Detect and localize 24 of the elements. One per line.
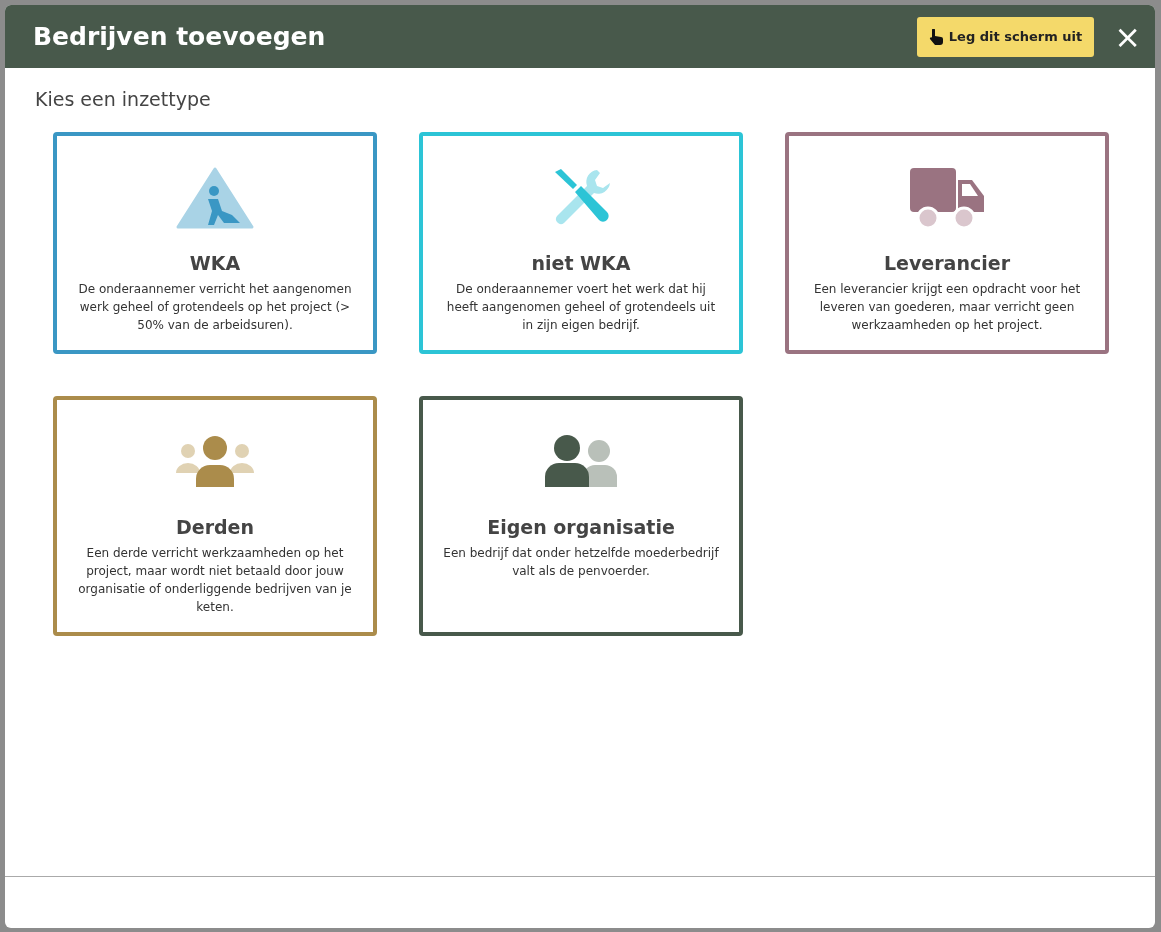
option-description: Een bedrijf dat onder hetzelfde moederbedrijf valt als de penvoerder. — [443, 545, 719, 580]
type-option-card[interactable]: Eigen organisatie Een bedrijf dat onder hetzelfde moederbedrijf valt als de penvoerder. — [419, 396, 743, 636]
truck-icon — [908, 166, 986, 230]
type-option-card[interactable]: Leverancier Een leverancier krijgt een opdracht voor het leveren van goederen, maar verricht geen werkzaamheden op het project. — [785, 132, 1109, 354]
option-title: Derden — [175, 516, 254, 538]
section-title: Kies een inzettype — [35, 88, 212, 110]
pointer-hand-icon — [928, 28, 943, 45]
option-description: Een leverancier krijgt een opdracht voor het leveren van goederen, maar verricht geen werkzaamheden op het project. — [812, 281, 1082, 334]
option-title: WKA — [189, 252, 241, 274]
construction-sign-icon — [176, 167, 254, 229]
option-description: De onderaannemer verricht het aangenomen werk geheel of grotendeels op het project (> 50% van de arbeidsuren). — [77, 281, 353, 334]
option-title: Leverancier — [884, 252, 1010, 274]
option-title: niet WKA — [531, 252, 631, 274]
option-description: Een derde verricht werkzaamheden op het project, maar wordt niet betaald door jouw organisatie of onderliggende bedrijven van je keten. — [77, 545, 353, 616]
type-option-card[interactable]: WKA De onderaannemer verricht het aangenomen werk geheel of grotendeels op het project (> 50% van de arbeidsuren). — [53, 132, 377, 354]
type-option-card[interactable]: niet WKA De onderaannemer voert het werk dat hij heeft aangenomen geheel of grotendeels uit in zijn eigen bedrijf. — [419, 132, 743, 354]
two-people-icon — [543, 435, 619, 489]
dialog-title: Bedrijven toevoegen — [33, 22, 327, 51]
close-button[interactable]: × — [1110, 20, 1145, 53]
people-group-icon — [176, 435, 254, 489]
type-option-card[interactable]: Derden Een derde verricht werkzaamheden op het project, maar wordt niet betaald door jouw organisatie of onderliggende bedrijven van je keten. — [53, 396, 377, 636]
option-title: Eigen organisatie — [487, 516, 675, 538]
explain-screen-button[interactable]: Leg dit scherm uit — [916, 16, 1095, 57]
option-description: De onderaannemer voert het werk dat hij heeft aangenomen geheel of grotendeels uit in zijn eigen bedrijf. — [445, 281, 717, 334]
